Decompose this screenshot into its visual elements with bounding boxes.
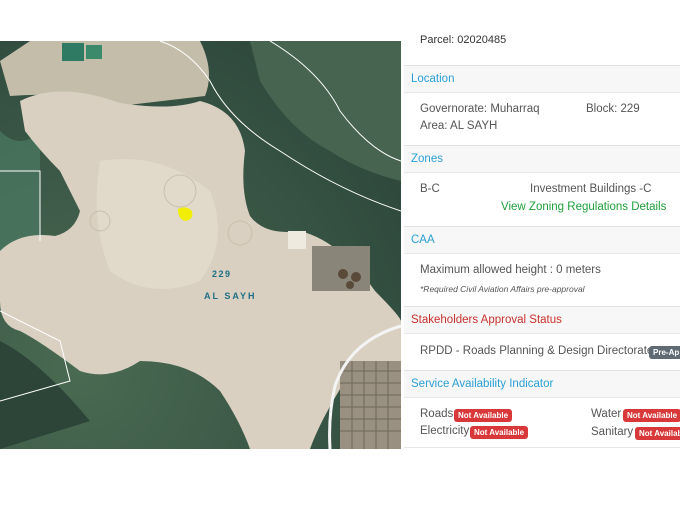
view-zoning-regulations-link[interactable]: View Zoning Regulations Details bbox=[501, 201, 666, 213]
directorate-text: RPDD - Roads Planning & Design Directora… bbox=[420, 345, 654, 357]
water-label: Water bbox=[591, 408, 622, 420]
parcel-number: Parcel: 02020485 bbox=[420, 34, 507, 46]
roads-status-badge: Not Available bbox=[454, 409, 513, 422]
service-availability-header[interactable]: Service Availability Indicator bbox=[404, 370, 680, 398]
block-text: Block: 229 bbox=[586, 103, 640, 115]
water-status-badge: Not Available bbox=[623, 409, 680, 422]
location-header[interactable]: Location bbox=[404, 65, 680, 93]
pond-2 bbox=[86, 45, 102, 59]
building bbox=[288, 231, 306, 249]
caa-note: *Required Civil Aviation Affairs pre-app… bbox=[420, 284, 585, 294]
facility bbox=[312, 246, 370, 291]
zones-header[interactable]: Zones bbox=[404, 145, 680, 173]
block-number-label: 229 bbox=[212, 269, 232, 279]
sanitary-status-badge: Not Available bbox=[635, 427, 680, 440]
zone-description: Investment Buildings -C bbox=[530, 183, 652, 195]
pond-1 bbox=[62, 43, 84, 61]
governorate-text: Governorate: Muharraq bbox=[420, 103, 540, 115]
area-name-label: AL SAYH bbox=[204, 291, 257, 301]
map-imagery bbox=[0, 41, 401, 449]
caa-header[interactable]: CAA bbox=[404, 226, 680, 254]
max-height-text: Maximum allowed height : 0 meters bbox=[420, 264, 601, 276]
pre-approval-badge: Pre-Ap bbox=[649, 346, 680, 359]
area-text: Area: AL SAYH bbox=[420, 120, 498, 132]
panel-bottom-divider bbox=[404, 447, 680, 448]
stakeholders-header[interactable]: Stakeholders Approval Status bbox=[404, 306, 680, 334]
zone-code: B-C bbox=[420, 183, 440, 195]
roads-label: Roads bbox=[420, 408, 454, 420]
residential-area bbox=[340, 361, 401, 449]
tank-2 bbox=[351, 272, 361, 282]
tank-1 bbox=[338, 269, 348, 279]
parcel-info-panel: Parcel: 02020485 Location Governorate: M… bbox=[404, 0, 680, 449]
electricity-label: Electricity bbox=[420, 425, 470, 437]
sanitary-label: Sanitary bbox=[591, 426, 634, 438]
satellite-map[interactable]: 229 AL SAYH bbox=[0, 41, 401, 449]
tank-3 bbox=[346, 281, 354, 289]
electricity-status-badge: Not Available bbox=[470, 426, 529, 439]
